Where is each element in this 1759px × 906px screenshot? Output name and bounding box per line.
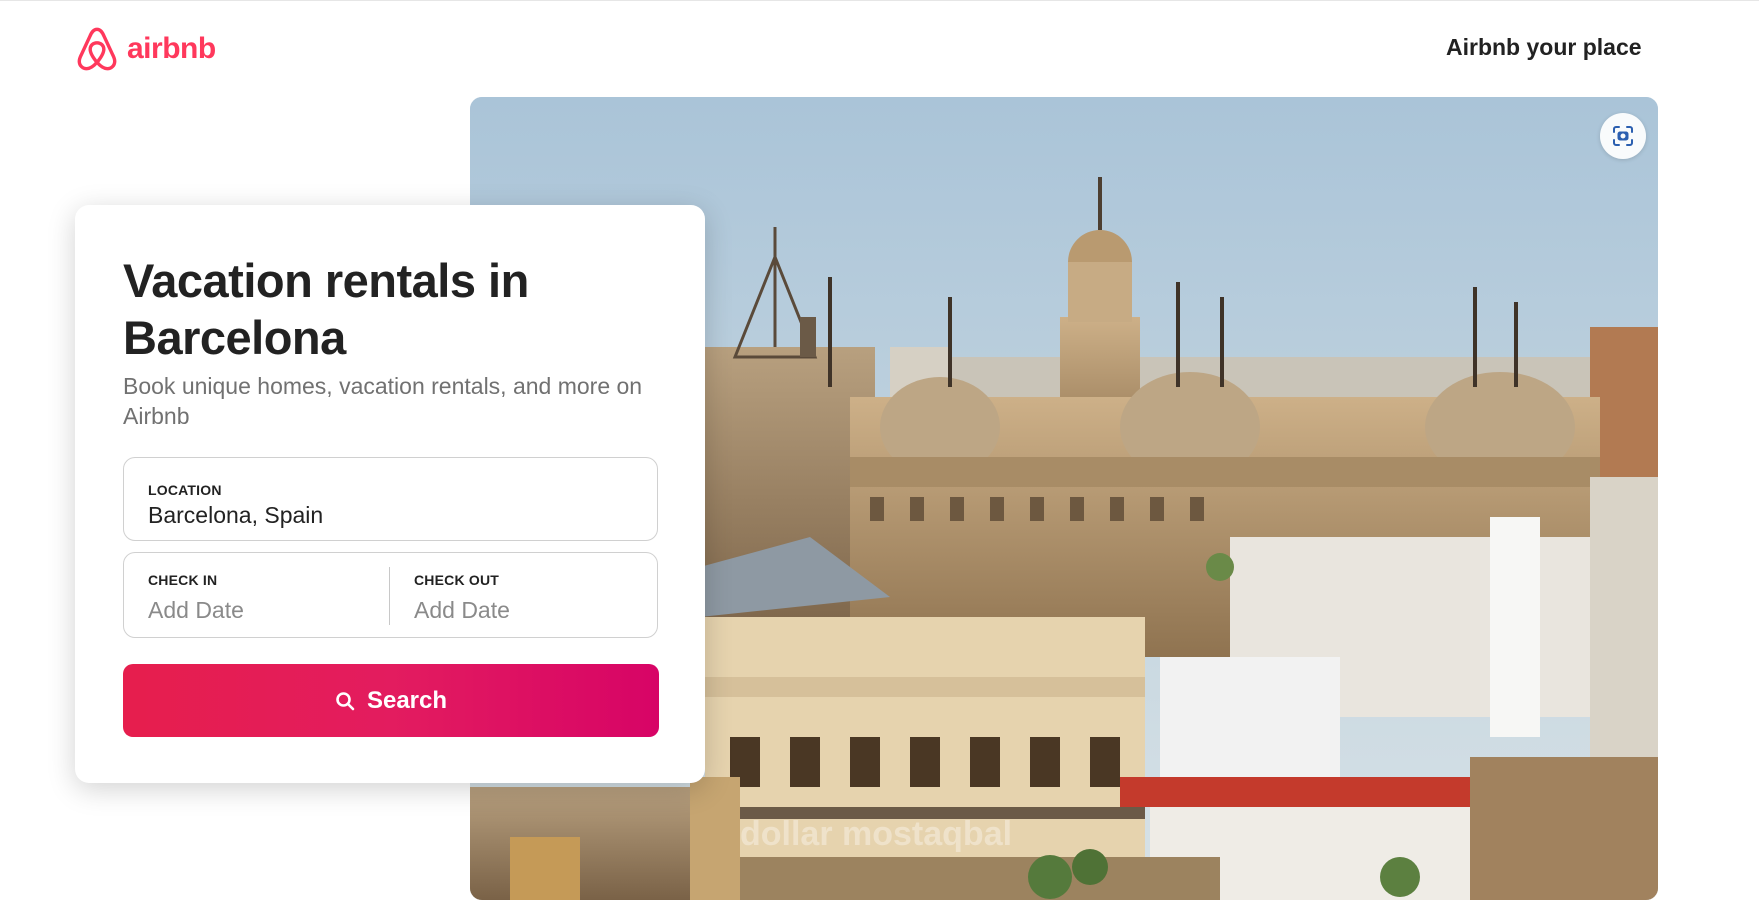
location-label: LOCATION [148,482,222,498]
check-out-placeholder: Add Date [414,597,510,623]
visual-search-button[interactable] [1600,113,1646,159]
search-button-label: Search [366,686,448,714]
check-out-label: CHECK OUT [414,572,500,588]
airbnb-belo-icon [77,27,117,71]
check-out-field[interactable]: CHECK OUT Add Date [390,553,655,637]
location-field[interactable]: LOCATION Barcelona, Spain [123,457,658,541]
search-icon [336,691,355,710]
camera-scan-icon [1613,126,1633,146]
page-subtitle: Book unique homes, vacation rentals, and… [123,373,643,429]
date-fields: CHECK IN Add Date CHECK OUT Add Date [123,552,658,638]
logo-wordmark: airbnb [127,32,216,65]
page: airbnb Airbnb your place dollar mostaqba… [0,0,1759,906]
check-in-label: CHECK IN [148,572,218,588]
search-button[interactable]: Search [123,664,659,737]
location-value[interactable]: Barcelona, Spain [148,502,323,529]
watermark: dollar mostaqbal [740,815,1013,853]
check-in-field[interactable]: CHECK IN Add Date [124,553,389,637]
airbnb-logo[interactable]: airbnb [76,26,216,72]
top-border [0,0,1759,1]
check-in-placeholder: Add Date [148,597,244,623]
airbnb-your-place-link[interactable]: Airbnb your place [1446,34,1642,61]
booking-card: Vacation rentals in Barcelona Book uniqu… [75,205,705,783]
page-title: Vacation rentals in Barcelona [123,254,529,364]
